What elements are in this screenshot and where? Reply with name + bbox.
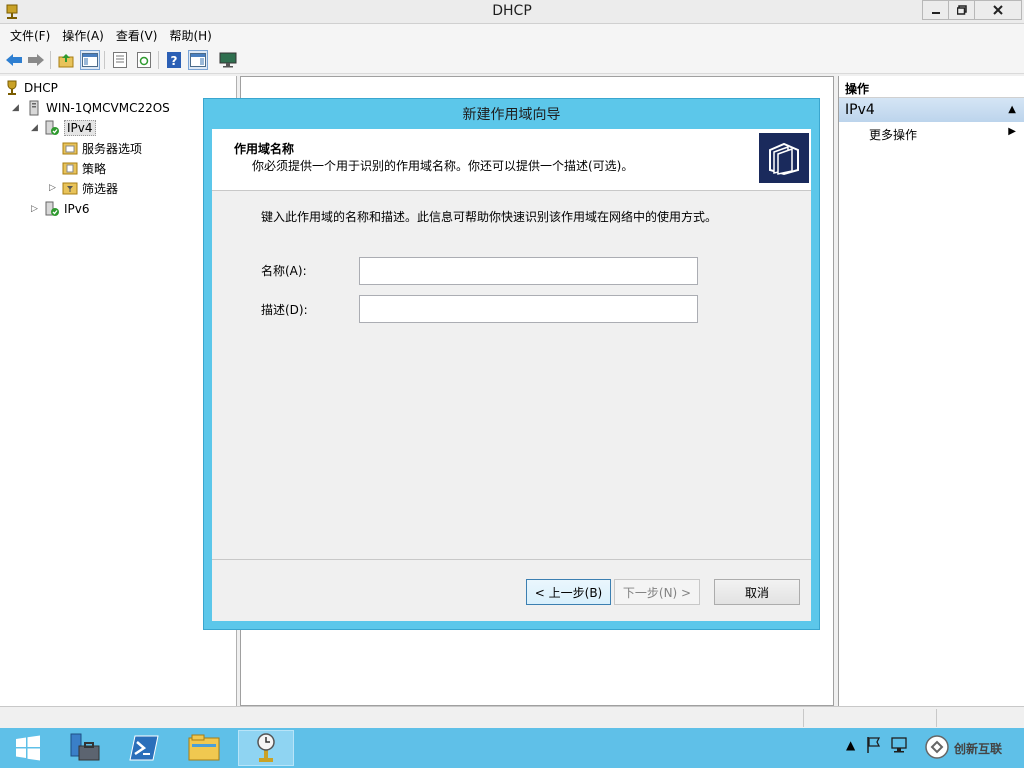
dialog-title: 新建作用域向导 <box>462 107 561 123</box>
up-folder-icon[interactable] <box>56 50 76 70</box>
tree-label: IPv4 <box>64 120 96 136</box>
show-tree-icon[interactable] <box>80 50 100 70</box>
description-label: 描述(D): <box>261 303 308 317</box>
more-actions-label: 更多操作 <box>869 128 918 142</box>
toolbar: ? <box>0 46 1024 74</box>
tree-item-ipv4[interactable]: IPv4 <box>44 119 96 137</box>
action-center-flag-icon[interactable] <box>866 736 882 757</box>
network-icon[interactable] <box>890 736 910 757</box>
wizard-instruction: 键入此作用域的名称和描述。此信息可帮助你快速识别该作用域在网络中的使用方式。 <box>261 210 718 224</box>
tree-label: DHCP <box>24 81 58 95</box>
new-scope-wizard-dialog: 新建作用域向导 作用域名称 你必须提供一个用于识别的作用域名称。你还可以提供一个… <box>203 98 820 630</box>
tree-label: 筛选器 <box>82 181 119 196</box>
watermark-logo-icon <box>924 734 950 763</box>
powershell-icon <box>129 735 159 761</box>
properties-icon[interactable] <box>110 50 130 70</box>
tree-item-policies[interactable]: 策略 <box>62 159 106 177</box>
menu-file[interactable]: 文件(F) <box>4 27 56 44</box>
back-button[interactable]: < 上一步(B) <box>526 579 611 605</box>
submenu-arrow-icon: ▶ <box>1008 126 1016 137</box>
watermark: 创新互联 <box>924 732 1024 764</box>
taskbar: ▲ 创新互联 <box>0 728 1024 768</box>
wizard-header: 作用域名称 你必须提供一个用于识别的作用域名称。你还可以提供一个描述(可选)。 <box>212 129 811 191</box>
forward-arrow-icon[interactable] <box>26 50 46 70</box>
expand-arrow-icon[interactable]: ▷ <box>49 183 56 193</box>
actions-header: 操作 <box>839 76 1024 98</box>
collapse-triangle-icon[interactable]: ▲ <box>1008 104 1016 115</box>
policy-icon <box>62 160 78 176</box>
tree-item-ipv6[interactable]: IPv6 <box>44 200 90 218</box>
filter-icon <box>62 180 78 196</box>
collapse-arrow-icon[interactable]: ◢ <box>31 123 38 133</box>
tree-item-server-options[interactable]: 服务器选项 <box>62 139 142 157</box>
toolbar-separator <box>104 51 105 69</box>
tree-label: WIN-1QMCVMC22OS <box>46 101 170 115</box>
tree-item-server[interactable]: WIN-1QMCVMC22OS <box>26 99 170 117</box>
server-manager-icon <box>70 733 100 761</box>
scope-name-input[interactable] <box>359 257 698 285</box>
folders-wizard-icon <box>759 133 809 183</box>
ipv4-server-icon <box>44 120 60 136</box>
svg-text:?: ? <box>171 54 178 68</box>
file-explorer-icon <box>188 734 220 761</box>
collapse-arrow-icon[interactable]: ◢ <box>12 103 19 113</box>
file-explorer-taskbar-button[interactable] <box>176 730 232 766</box>
watermark-text: 创新互联 <box>954 741 1003 756</box>
menu-help[interactable]: 帮助(H) <box>163 27 217 44</box>
toolbar-separator <box>158 51 159 69</box>
tree-label: IPv6 <box>64 202 90 216</box>
tree-label: 策略 <box>82 161 107 176</box>
help-icon[interactable]: ? <box>164 50 184 70</box>
dhcp-taskbar-button[interactable] <box>238 730 294 766</box>
name-label: 名称(A): <box>261 264 307 278</box>
powershell-taskbar-button[interactable] <box>116 730 172 766</box>
action-pane-icon[interactable] <box>188 50 208 70</box>
next-button[interactable]: 下一步(N) > <box>614 579 700 605</box>
tree-item-dhcp[interactable]: DHCP <box>4 79 58 97</box>
toolbar-separator <box>50 51 51 69</box>
minimize-button[interactable] <box>922 0 949 20</box>
actions-section-ipv4[interactable]: IPv4 ▲ <box>839 98 1024 122</box>
tree-item-filters[interactable]: 筛选器 <box>62 179 118 197</box>
status-bar <box>0 706 1024 728</box>
folder-options-icon <box>62 140 78 156</box>
status-segment <box>936 709 1022 727</box>
wizard-heading: 作用域名称 <box>234 142 295 156</box>
dhcp-clock-icon <box>257 733 275 762</box>
actions-pane: 操作 IPv4 ▲ 更多操作 ▶ <box>838 76 1024 706</box>
expand-arrow-icon[interactable]: ▷ <box>31 204 38 214</box>
show-hidden-icons-icon[interactable]: ▲ <box>846 738 855 752</box>
tree-label: 服务器选项 <box>82 141 143 156</box>
actions-section-label: IPv4 <box>845 102 875 118</box>
dhcp-trophy-icon <box>4 80 20 96</box>
start-button[interactable] <box>0 730 56 766</box>
close-button[interactable] <box>974 0 1022 20</box>
console-tree: DHCP ◢ WIN-1QMCVMC22OS ◢ IPv4 服务器选项 策略 ▷… <box>0 76 237 706</box>
wizard-subheading: 你必须提供一个用于识别的作用域名称。你还可以提供一个描述(可选)。 <box>252 159 634 173</box>
back-arrow-icon[interactable] <box>4 50 24 70</box>
windows-logo-icon <box>16 735 40 761</box>
dialog-body: 作用域名称 你必须提供一个用于识别的作用域名称。你还可以提供一个描述(可选)。 … <box>212 129 811 621</box>
menu-bar: 文件(F) 操作(A) 查看(V) 帮助(H) <box>0 24 1024 46</box>
monitor-icon[interactable] <box>218 50 238 70</box>
window-titlebar: DHCP <box>0 0 1024 24</box>
status-segment <box>803 709 936 727</box>
scope-description-input[interactable] <box>359 295 698 323</box>
window-title: DHCP <box>492 3 532 19</box>
menu-action[interactable]: 操作(A) <box>56 27 110 44</box>
refresh-icon[interactable] <box>134 50 154 70</box>
server-manager-taskbar-button[interactable] <box>56 730 112 766</box>
wizard-divider <box>212 559 811 560</box>
ipv6-server-icon <box>44 201 60 217</box>
server-icon <box>26 100 42 116</box>
restore-button[interactable] <box>948 0 975 20</box>
cancel-button[interactable]: 取消 <box>714 579 800 605</box>
menu-view[interactable]: 查看(V) <box>110 27 164 44</box>
more-actions-item[interactable]: 更多操作 ▶ <box>839 122 1024 144</box>
